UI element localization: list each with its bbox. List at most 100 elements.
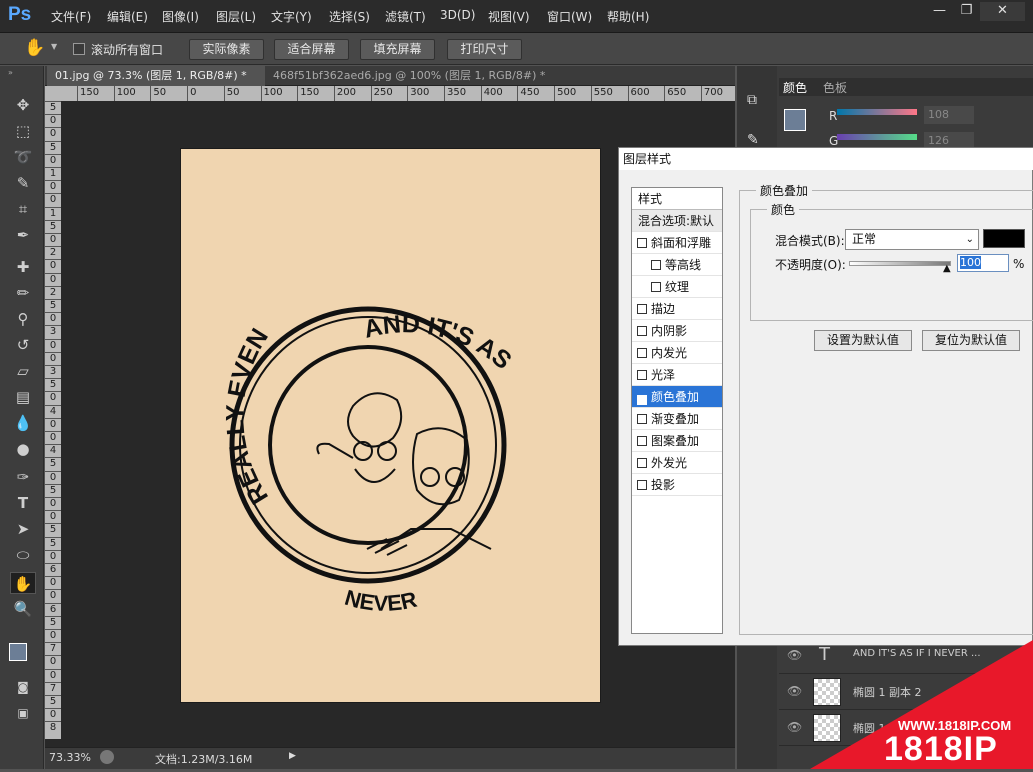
status-menu-icon[interactable] xyxy=(100,750,114,764)
scroll-all-checkbox[interactable] xyxy=(73,43,85,55)
tab-468f51bf362aed6-jpg[interactable]: 468f51bf362aed6.jpg @ 100% (图层 1, RGB/8#… xyxy=(265,66,565,102)
visibility-eye-icon[interactable]: 👁 xyxy=(787,720,802,734)
crop-tool-icon[interactable]: ⌗ xyxy=(10,198,36,220)
opacity-input[interactable]: 100 xyxy=(957,254,1009,272)
fg-color-swatch[interactable] xyxy=(784,109,806,131)
style-checkbox[interactable] xyxy=(637,480,647,490)
style-item[interactable]: 投影 xyxy=(632,474,722,496)
marquee-tool-icon[interactable]: ⬚ xyxy=(10,120,36,142)
brush-tool-icon[interactable]: ✏ xyxy=(10,282,36,304)
document-canvas[interactable]: AND IT'S AS IF REALLY EVEN NEVER xyxy=(173,127,600,702)
close-button[interactable]: ✕ xyxy=(980,2,1025,21)
style-item[interactable]: 渐变叠加 xyxy=(632,408,722,430)
tab-swatches[interactable]: 色板 xyxy=(823,79,847,96)
style-item[interactable]: 等高线 xyxy=(632,254,722,276)
style-checkbox[interactable] xyxy=(651,282,661,292)
style-checkbox[interactable]: ✓ xyxy=(637,395,647,405)
r-value[interactable]: 108 xyxy=(924,106,974,124)
style-checkbox[interactable] xyxy=(637,414,647,424)
opacity-unit: % xyxy=(1013,257,1025,271)
zoom-level[interactable]: 73.33% xyxy=(49,751,91,764)
tab-01-jpg[interactable]: 01.jpg @ 73.3% (图层 1, RGB/8#) * × xyxy=(47,66,265,102)
style-item[interactable]: 外发光 xyxy=(632,452,722,474)
menu-filter[interactable]: 滤镜(T) xyxy=(385,8,426,25)
eraser-tool-icon[interactable]: ▱ xyxy=(10,360,36,382)
menu-image[interactable]: 图像(I) xyxy=(162,8,199,25)
style-item[interactable]: 图案叠加 xyxy=(632,430,722,452)
collapse-tools-icon[interactable]: » xyxy=(8,68,13,77)
menu-3d[interactable]: 3D(D) xyxy=(440,8,475,22)
clone-stamp-tool-icon[interactable]: ⚲ xyxy=(10,308,36,330)
r-slider[interactable] xyxy=(837,109,917,115)
reset-default-button[interactable]: 复位为默认值 xyxy=(922,330,1020,351)
zoom-tool-icon[interactable]: 🔍 xyxy=(10,598,36,620)
blend-options-item[interactable]: 混合选项:默认 xyxy=(632,210,722,232)
g-slider[interactable] xyxy=(837,134,917,140)
status-arrow-icon[interactable]: ▶ xyxy=(289,751,296,761)
style-checkbox[interactable] xyxy=(637,436,647,446)
screen-mode-icon[interactable]: ▣ xyxy=(10,702,36,724)
hand-tool-active-icon[interactable]: ✋ xyxy=(10,572,36,594)
style-item[interactable]: 纹理 xyxy=(632,276,722,298)
ruler-tick-label: 450 xyxy=(517,86,539,101)
menu-layer[interactable]: 图层(L) xyxy=(216,8,256,25)
menu-window[interactable]: 窗口(W) xyxy=(547,8,592,25)
quick-mask-icon[interactable]: ◙ xyxy=(10,676,36,698)
type-tool-icon[interactable]: T xyxy=(10,492,36,514)
style-checkbox[interactable] xyxy=(637,458,647,468)
blur-tool-icon[interactable]: 💧 xyxy=(10,412,36,434)
lasso-tool-icon[interactable]: ➰ xyxy=(10,146,36,168)
style-checkbox[interactable] xyxy=(637,348,647,358)
dodge-tool-icon[interactable]: ● xyxy=(10,438,36,460)
gradient-tool-icon[interactable]: ▤ xyxy=(10,386,36,408)
fit-screen-button[interactable]: 适合屏幕 xyxy=(274,39,349,60)
print-size-button[interactable]: 打印尺寸 xyxy=(447,39,522,60)
style-item[interactable]: 光泽 xyxy=(632,364,722,386)
path-select-tool-icon[interactable]: ➤ xyxy=(10,518,36,540)
tool-presets-panel-icon[interactable]: ✎ xyxy=(747,132,759,148)
ellipse-tool-icon[interactable]: ⬭ xyxy=(10,544,36,566)
style-checkbox[interactable] xyxy=(637,326,647,336)
eyedropper-tool-icon[interactable]: ✒ xyxy=(10,224,36,246)
style-item[interactable]: ✓ 颜色叠加 xyxy=(632,386,722,408)
visibility-eye-icon[interactable]: 👁 xyxy=(787,684,802,698)
ruler-tick-label: 1 xyxy=(45,167,61,179)
menu-edit[interactable]: 编辑(E) xyxy=(107,8,148,25)
menu-select[interactable]: 选择(S) xyxy=(329,8,370,25)
restore-button[interactable]: ❐ xyxy=(951,2,982,21)
menu-file[interactable]: 文件(F) xyxy=(51,8,91,25)
history-panel-icon[interactable]: ⧉ xyxy=(747,92,757,108)
opacity-slider-handle-icon[interactable]: ▲ xyxy=(943,263,951,274)
style-checkbox[interactable] xyxy=(651,260,661,270)
move-tool-icon[interactable]: ✥ xyxy=(10,94,36,116)
style-item[interactable]: 内发光 xyxy=(632,342,722,364)
ruler-tick-label: 5 xyxy=(45,457,61,469)
stamp-bottom-text: NEVER xyxy=(342,585,419,616)
scroll-all-label: 滚动所有窗口 xyxy=(91,43,164,57)
menu-help[interactable]: 帮助(H) xyxy=(607,8,649,25)
set-default-button[interactable]: 设置为默认值 xyxy=(814,330,912,351)
actual-pixels-button[interactable]: 实际像素 xyxy=(189,39,264,60)
menu-view[interactable]: 视图(V) xyxy=(488,8,530,25)
opacity-slider[interactable] xyxy=(849,261,951,266)
style-checkbox[interactable] xyxy=(637,370,647,380)
history-brush-tool-icon[interactable]: ↺ xyxy=(10,334,36,356)
visibility-eye-icon[interactable]: 👁 xyxy=(787,648,802,662)
healing-brush-tool-icon[interactable]: ✚ xyxy=(10,256,36,278)
pen-tool-icon[interactable]: ✑ xyxy=(10,466,36,488)
style-item[interactable]: 描边 xyxy=(632,298,722,320)
hand-tool-icon[interactable]: ✋ xyxy=(24,38,45,58)
style-checkbox[interactable] xyxy=(637,238,647,248)
tool-preset-dropdown-icon[interactable]: ▼ xyxy=(51,42,57,51)
foreground-color-swatch[interactable] xyxy=(9,643,27,661)
quick-select-tool-icon[interactable]: ✎ xyxy=(10,172,36,194)
menu-type[interactable]: 文字(Y) xyxy=(271,8,312,25)
style-item[interactable]: 斜面和浮雕 xyxy=(632,232,722,254)
blend-mode-select[interactable]: 正常 ⌄ xyxy=(845,229,979,250)
ruler-tick-label: 0 xyxy=(45,193,61,205)
overlay-color-swatch[interactable] xyxy=(983,229,1025,248)
tab-color[interactable]: 颜色 xyxy=(783,79,807,96)
fill-screen-button[interactable]: 填充屏幕 xyxy=(360,39,435,60)
style-checkbox[interactable] xyxy=(637,304,647,314)
style-item[interactable]: 内阴影 xyxy=(632,320,722,342)
